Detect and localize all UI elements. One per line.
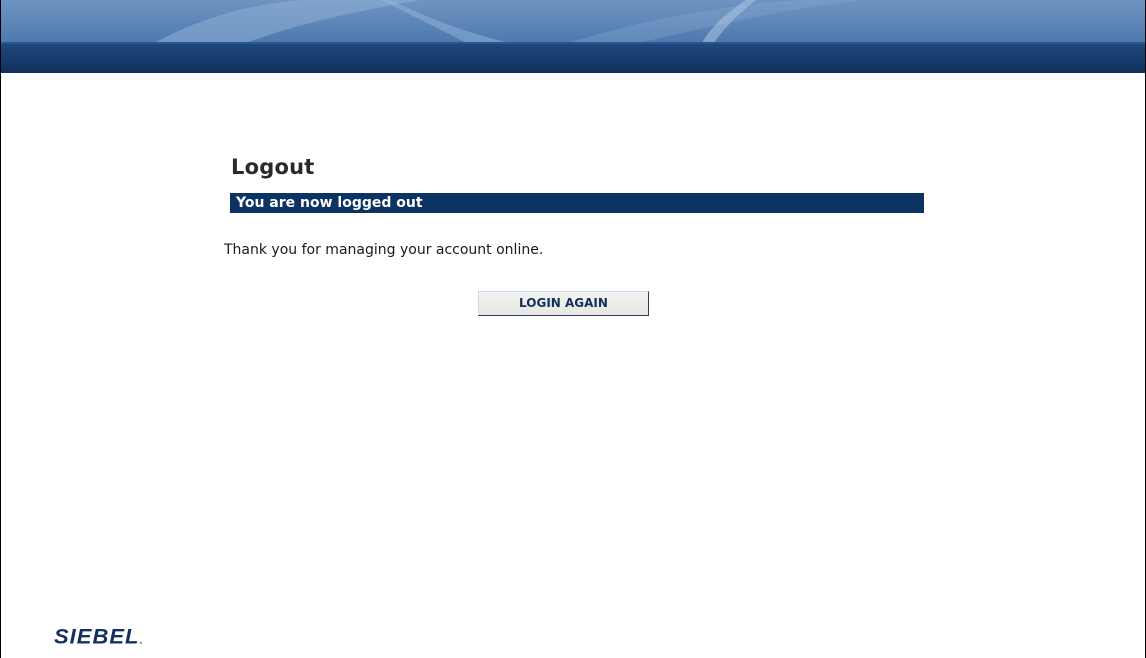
page-frame: Logout You are now logged out Thank you … — [0, 0, 1146, 658]
logo-dot: . — [139, 636, 144, 647]
logo-text: SIEBEL — [54, 624, 140, 649]
siebel-logo: SIEBEL. — [54, 625, 143, 650]
status-banner: You are now logged out — [230, 193, 924, 213]
thank-you-message: Thank you for managing your account onli… — [224, 242, 544, 258]
page-title: Logout — [231, 155, 315, 179]
login-again-button[interactable]: LOGIN AGAIN — [478, 291, 649, 316]
header-banner — [1, 0, 1145, 73]
